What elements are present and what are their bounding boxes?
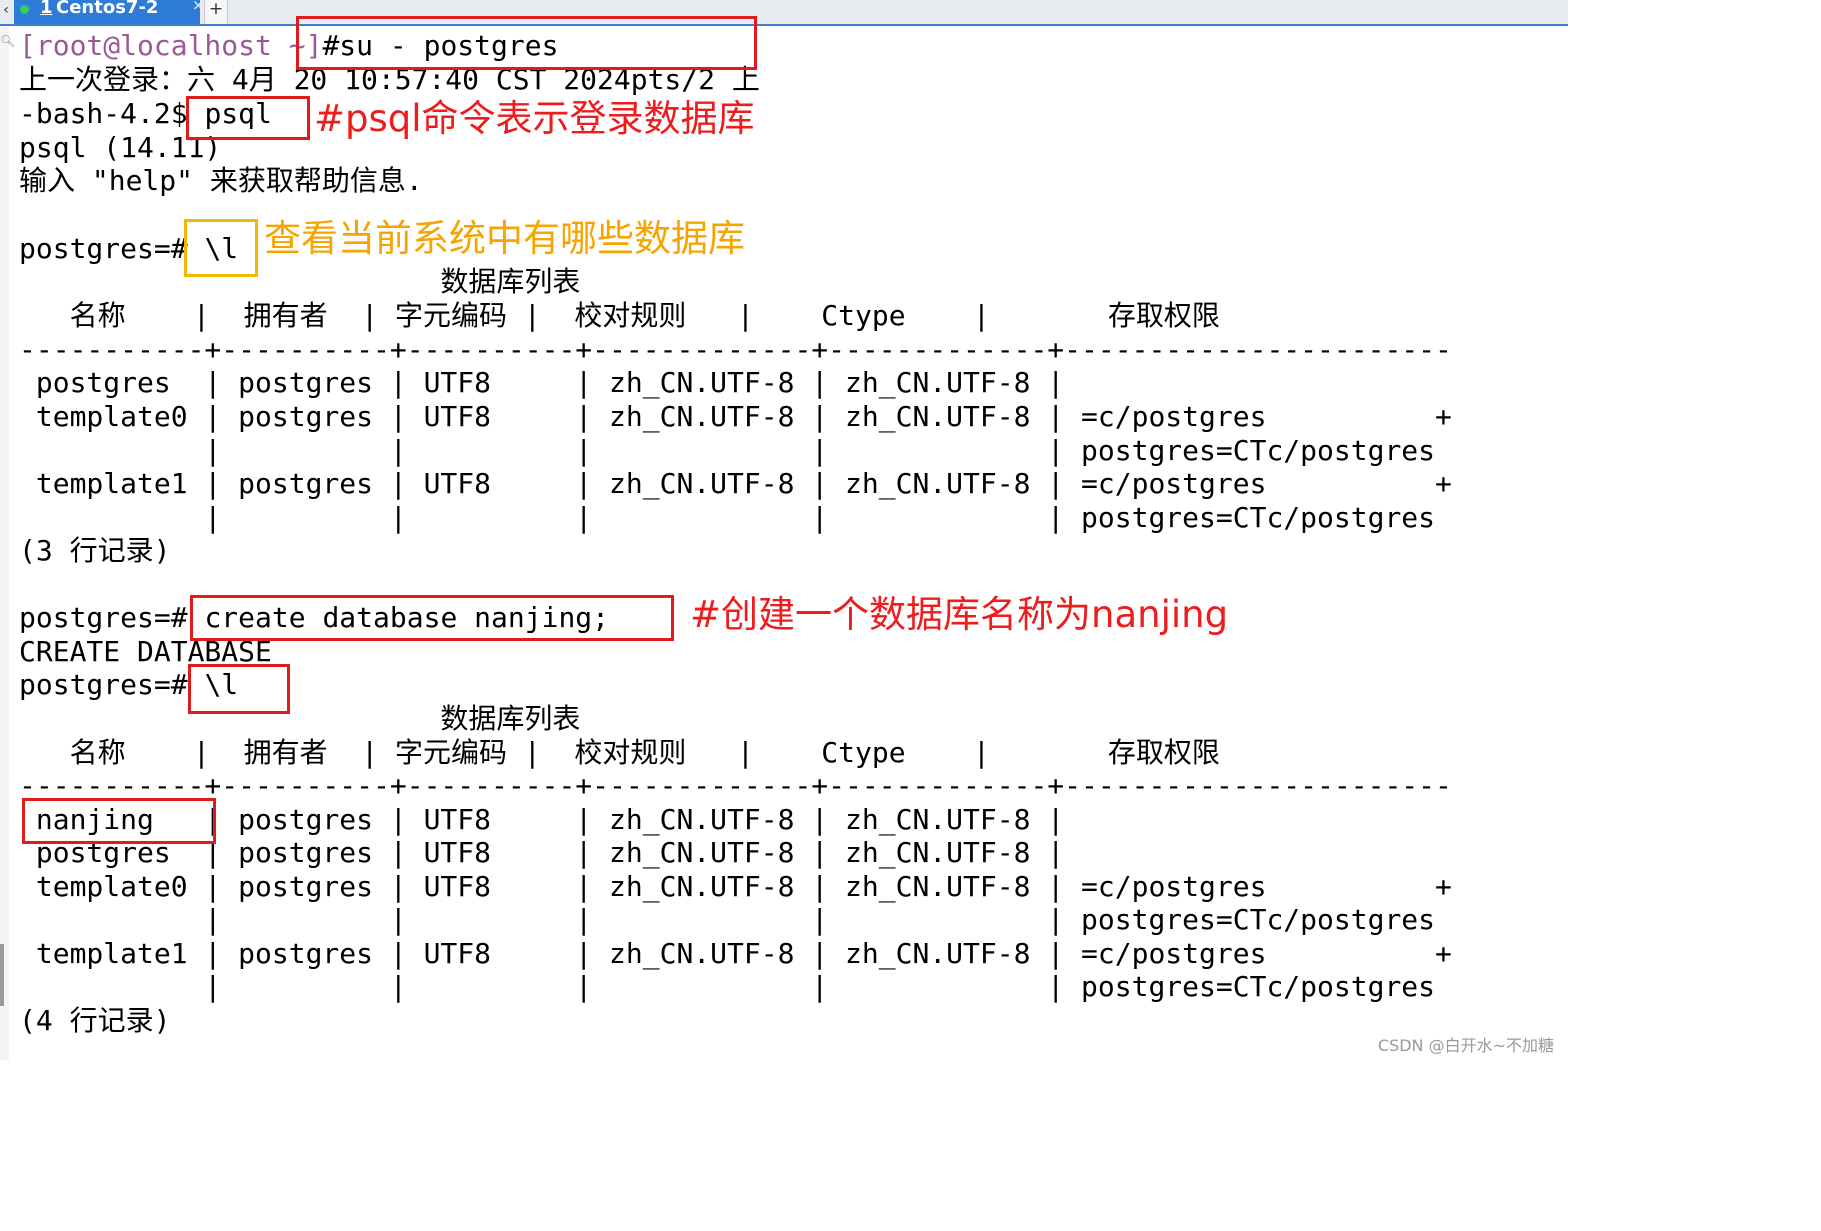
shell-prompt: -bash-4.2$ — [19, 97, 205, 130]
table-header: 名称 | 拥有者 | 字元编码 | 校对规则 | Ctype | 存取权限 — [19, 736, 1220, 769]
highlight-create-command — [190, 595, 674, 641]
new-tab-button[interactable]: + — [204, 0, 228, 24]
tab-label: Centos7-2 — [56, 0, 159, 18]
watermark: CSDN @白开水~不加糖 — [1377, 1036, 1554, 1055]
table-separator: -----------+----------+----------+------… — [19, 769, 1452, 802]
row-count: (4 行记录) — [19, 1004, 171, 1037]
table-row: | | | | | postgres=CTc/postgres — [19, 434, 1436, 467]
shell-prompt: [root@localhost ~] — [19, 29, 323, 62]
table-title: 数据库列表 — [19, 265, 581, 298]
table-row: | | | | | postgres=CTc/postgres — [19, 903, 1436, 936]
row-count: (3 行记录) — [19, 534, 171, 567]
table-row: template0 | postgres | UTF8 | zh_CN.UTF-… — [19, 870, 1452, 903]
help-hint-line: 输入 "help" 来获取帮助信息. — [19, 164, 423, 197]
list-note: 查看当前系统中有哪些数据库 — [264, 217, 745, 260]
tab-scroll-left-button[interactable]: ‹ — [0, 0, 12, 24]
scrollbar-thumb[interactable] — [0, 944, 4, 1006]
connected-status-icon — [20, 5, 29, 14]
highlight-psql-command — [186, 96, 310, 140]
highlight-nanjing-row — [22, 798, 216, 844]
psql-prompt: postgres=# — [19, 601, 205, 634]
table-separator: -----------+----------+----------+------… — [19, 333, 1452, 366]
highlight-su-command — [296, 16, 757, 70]
search-icon[interactable]: 🔍︎ — [0, 34, 15, 48]
tab-bar: ‹ 1 Centos7-2 × + — [0, 0, 1568, 26]
table-row: postgres | postgres | UTF8 | zh_CN.UTF-8… — [19, 366, 1065, 399]
table-row: template0 | postgres | UTF8 | zh_CN.UTF-… — [19, 400, 1452, 433]
tab-number: 1 — [40, 0, 53, 18]
table-row: | | | | | postgres=CTc/postgres — [19, 501, 1436, 534]
highlight-list-command-2 — [188, 664, 290, 714]
close-icon[interactable]: × — [192, 0, 205, 14]
psql-note: #psql命令表示登录数据库 — [314, 97, 755, 140]
left-gutter — [0, 26, 9, 1060]
table-row: template1 | postgres | UTF8 | zh_CN.UTF-… — [19, 467, 1452, 500]
table-row: template1 | postgres | UTF8 | zh_CN.UTF-… — [19, 937, 1452, 970]
session-tab[interactable]: 1 Centos7-2 × — [14, 0, 205, 24]
psql-prompt: postgres=# — [19, 232, 205, 265]
highlight-list-command — [184, 219, 258, 277]
table-title: 数据库列表 — [19, 702, 581, 735]
psql-prompt: postgres=# — [19, 668, 205, 701]
table-header: 名称 | 拥有者 | 字元编码 | 校对规则 | Ctype | 存取权限 — [19, 299, 1220, 332]
table-row: | | | | | postgres=CTc/postgres — [19, 970, 1436, 1003]
create-note: #创建一个数据库名称为nanjing — [690, 593, 1229, 636]
